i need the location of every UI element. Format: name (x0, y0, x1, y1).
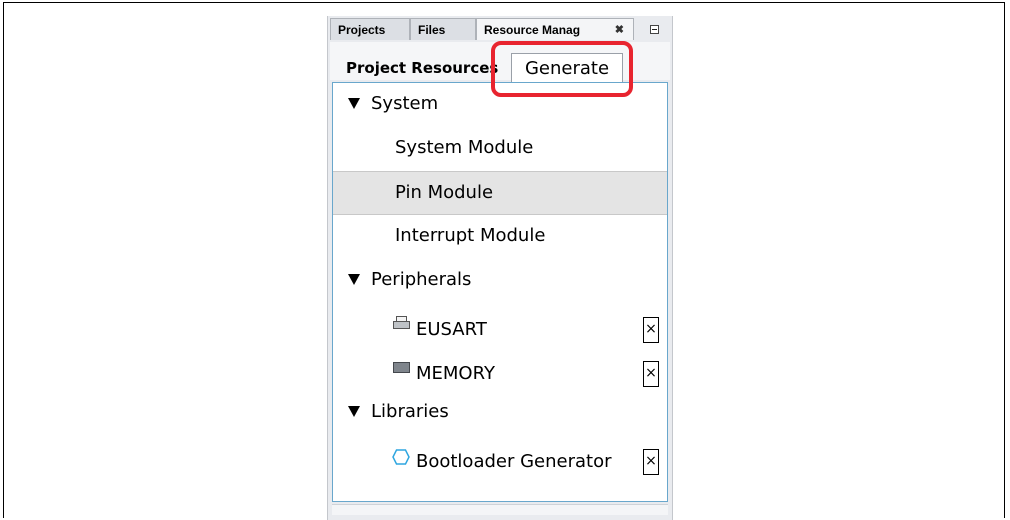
remove-bootloader-generator-button[interactable]: × (643, 449, 659, 475)
tree-item-label: EUSART (416, 319, 487, 340)
tree-item-system-module[interactable]: System Module (333, 127, 667, 171)
tree-item-eusart[interactable]: EUSART × (333, 303, 667, 347)
close-icon[interactable]: ✖ (615, 19, 624, 40)
chip-icon (393, 362, 410, 373)
tree-group-label: Libraries (371, 401, 449, 422)
expand-arrow-icon[interactable] (348, 406, 360, 417)
panel-bottom-bar (332, 504, 668, 515)
tree-item-label: Bootloader Generator (416, 451, 612, 472)
tree-group-label: System (371, 93, 439, 114)
tab-resource-manager-label: Resource Manag (484, 23, 581, 37)
tree-item-bootloader-generator[interactable]: Bootloader Generator × (333, 435, 667, 479)
tree-group-libraries[interactable]: Libraries (333, 391, 667, 435)
tree-group-label: Peripherals (371, 269, 472, 290)
tree-item-label: MEMORY (416, 363, 495, 384)
tree-item-pin-module[interactable]: Pin Module (333, 171, 667, 215)
tree-item-memory[interactable]: MEMORY × (333, 347, 667, 391)
tab-projects[interactable]: Projects (330, 18, 410, 40)
expand-arrow-icon[interactable] (348, 98, 360, 109)
tree-item-interrupt-module[interactable]: Interrupt Module (333, 215, 667, 259)
hexagon-icon (392, 449, 410, 465)
panel-tabs: Projects Files Resource Manag ✖ (328, 18, 672, 40)
tab-files[interactable]: Files (410, 18, 476, 40)
tree-group-peripherals[interactable]: Peripherals (333, 259, 667, 303)
tab-resource-manager[interactable]: Resource Manag ✖ (476, 18, 634, 40)
tree-item-label: Interrupt Module (395, 225, 546, 246)
project-resources-tree: System System Module Pin Module Interrup… (332, 82, 668, 502)
tree-item-label: System Module (395, 137, 534, 158)
expand-arrow-icon[interactable] (348, 274, 360, 285)
remove-memory-button[interactable]: × (643, 361, 659, 387)
generate-highlight-annotation (491, 41, 633, 97)
printer-icon (393, 316, 410, 331)
tree-item-label: Pin Module (395, 182, 494, 203)
project-resources-title: Project Resources (346, 59, 499, 77)
minimize-button[interactable] (650, 25, 659, 34)
remove-eusart-button[interactable]: × (643, 317, 659, 343)
